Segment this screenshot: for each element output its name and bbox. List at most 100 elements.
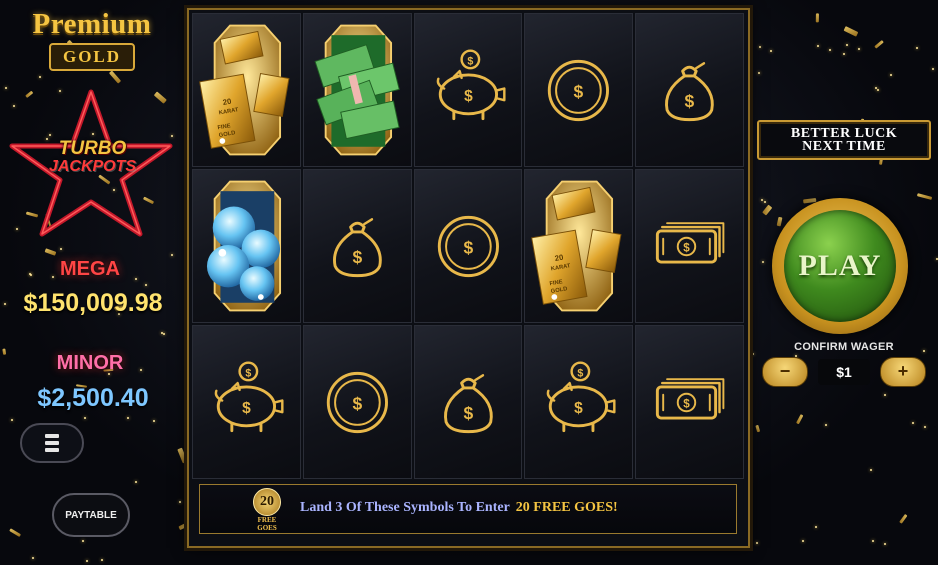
sparkle-dot <box>912 422 915 425</box>
sparkle-dot <box>171 254 174 257</box>
sparkle-dot <box>763 200 766 203</box>
sparkle-dot <box>843 52 846 55</box>
coin-icon: $ <box>326 371 388 434</box>
free-goes-banner: 20 FREE GOES Land 3 Of These Symbols To … <box>199 484 737 534</box>
logo-title: Premium <box>32 8 152 40</box>
svg-text:$: $ <box>685 91 695 111</box>
result-message: BETTER LUCK NEXT TIME <box>757 120 931 160</box>
sparkle-dot <box>876 89 879 92</box>
sparkle-dot <box>770 49 773 52</box>
svg-text:$: $ <box>245 367 251 379</box>
reel-cell: $ <box>635 169 744 323</box>
svg-text:$: $ <box>467 55 473 67</box>
wager-value: $1 <box>818 359 870 385</box>
sparkle-dot <box>756 542 758 545</box>
reel-cell: $ $ <box>192 325 301 479</box>
jackpots-text: JACKPOTS <box>48 158 137 175</box>
confetti-piece <box>776 217 783 228</box>
menu-button[interactable] <box>20 423 84 463</box>
confetti-piece <box>761 205 772 217</box>
sparkle-dot <box>890 74 893 77</box>
badge-text-goes: GOES <box>257 524 277 532</box>
svg-text:$: $ <box>574 400 583 417</box>
sparkle-dot <box>38 75 41 78</box>
sparkle-dot <box>11 418 14 421</box>
sparkle-dot <box>883 394 886 397</box>
confetti-piece <box>109 69 122 84</box>
banknotes-icon: $ <box>656 378 725 420</box>
confetti-piece <box>9 527 21 537</box>
confetti-piece <box>917 192 933 200</box>
svg-text:$: $ <box>574 81 584 101</box>
cash-stack-icon <box>314 24 400 156</box>
confetti-piece <box>899 513 908 524</box>
reel-cell: $ <box>635 325 744 479</box>
sparkle-dot <box>801 540 804 543</box>
hamburger-menu-icon <box>45 434 59 452</box>
svg-text:20: 20 <box>222 97 232 107</box>
sparkle-dot <box>86 559 89 562</box>
sparkle-dot <box>83 417 86 420</box>
paytable-button[interactable]: PAYTABLE <box>52 493 130 537</box>
sparkle-dot <box>144 283 147 286</box>
gold-bars-icon: 20 KARAT FINE GOLD <box>199 24 290 156</box>
banner-highlight: 20 FREE GOES! <box>515 500 618 515</box>
reel-cell: 20 KARAT FINE GOLD <box>524 169 634 323</box>
mega-jackpot-value: $150,009.98 <box>23 289 163 317</box>
sparkle-dot <box>883 543 886 546</box>
reel-cell: $ <box>413 169 523 323</box>
sparkle-dot <box>752 352 755 355</box>
reel-cell: $ <box>413 325 523 479</box>
increase-wager-button[interactable]: + <box>880 357 926 387</box>
play-button[interactable]: PLAY <box>772 198 908 334</box>
confetti-piece <box>754 425 760 433</box>
reel-cell: $ $ <box>413 13 523 167</box>
reel-cell: $ <box>302 169 412 323</box>
svg-text:20: 20 <box>554 253 564 263</box>
result-message-line2: NEXT TIME <box>802 139 886 154</box>
sparkle-dot <box>761 198 764 201</box>
sparkle-dot <box>82 539 85 542</box>
sparkle-dot <box>857 48 860 51</box>
banknotes-icon: $ <box>656 222 725 264</box>
turbo-text: TURBO <box>58 138 127 159</box>
minor-jackpot-value: $2,500.40 <box>37 384 149 412</box>
symbol-grid: 20 KARAT FINE GOLD $ $ $ $ $ $ 20 KARAT FINE… <box>192 13 744 479</box>
gold-bars-icon: 20 KARAT FINE GOLD <box>531 180 622 312</box>
badge-number: 20 <box>253 488 281 516</box>
coin-icon: $ <box>548 59 610 122</box>
sparkle-dot <box>932 68 935 71</box>
piggy-bank-icon: $$ <box>436 49 506 121</box>
confetti-piece <box>796 414 804 425</box>
banner-text: Land 3 Of These Symbols To Enter 20 FREE … <box>300 500 618 516</box>
coin-icon: $ <box>437 215 499 278</box>
svg-text:$: $ <box>464 88 473 105</box>
sparkle-dot <box>152 419 155 422</box>
turbo-jackpots-logo: TURBO JACKPOTS <box>20 138 165 176</box>
money-bag-icon: $ <box>443 374 493 434</box>
sparkle-dot <box>758 46 761 49</box>
confetti-piece <box>177 448 188 464</box>
svg-text:$: $ <box>352 247 362 267</box>
minor-jackpot-label: MINOR <box>56 352 124 374</box>
sparkle-dot <box>874 87 877 90</box>
reel-cell <box>302 13 412 167</box>
diamonds-icon <box>206 180 282 312</box>
svg-text:$: $ <box>578 367 584 379</box>
decrease-wager-button[interactable]: − <box>762 357 808 387</box>
wager-stepper: − $1 + <box>762 357 926 389</box>
reel-cell: 20 KARAT FINE GOLD <box>192 13 301 167</box>
banner-message: Land 3 Of These Symbols To Enter <box>300 500 510 515</box>
sparkle-dot <box>100 559 103 562</box>
svg-text:$: $ <box>683 397 690 410</box>
confetti-piece <box>874 40 885 50</box>
confetti-piece <box>843 26 859 37</box>
sparkle-dot <box>126 416 129 419</box>
reel-cell: $ <box>302 325 412 479</box>
sparkle-dot <box>872 539 875 542</box>
sparkle-dot <box>757 71 760 74</box>
logo-subtitle: GOLD <box>48 43 136 71</box>
sparkle-dot <box>31 556 34 559</box>
reel-cell <box>192 169 301 323</box>
confetti-piece <box>44 248 57 256</box>
